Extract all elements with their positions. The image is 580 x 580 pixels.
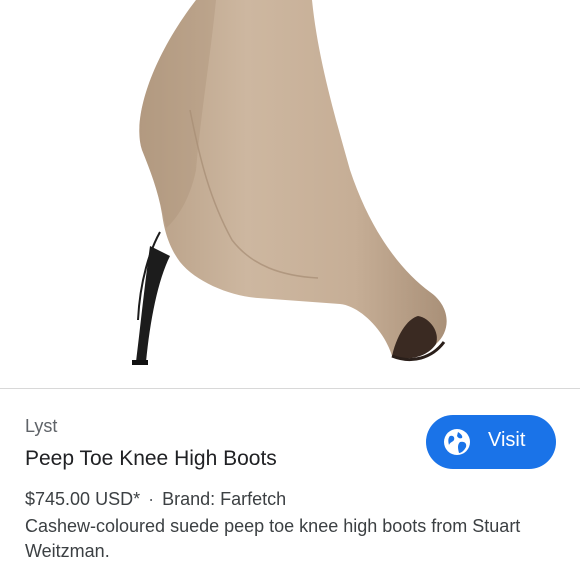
product-description: Cashew-coloured suede peep toe knee high… bbox=[25, 516, 521, 561]
globe-icon bbox=[444, 429, 470, 455]
visit-button-label: Visit bbox=[488, 429, 526, 451]
price-brand-line: $745.00 USD* · Brand: Farfetch bbox=[25, 489, 286, 510]
product-title[interactable]: Peep Toe Knee High Boots bbox=[25, 447, 277, 471]
visit-button[interactable]: Visit bbox=[426, 415, 556, 469]
result-info-panel: Lyst Peep Toe Knee High Boots Visit $745… bbox=[0, 389, 580, 580]
separator-dot: · bbox=[148, 489, 155, 509]
price: $745.00 USD* bbox=[25, 489, 141, 509]
product-result-page: Lyst Peep Toe Knee High Boots Visit $745… bbox=[0, 0, 580, 580]
brand: Brand: Farfetch bbox=[162, 489, 287, 509]
peep-toe-boot-image bbox=[132, 0, 447, 365]
source-name[interactable]: Lyst bbox=[25, 416, 57, 437]
product-image[interactable] bbox=[0, 0, 580, 388]
